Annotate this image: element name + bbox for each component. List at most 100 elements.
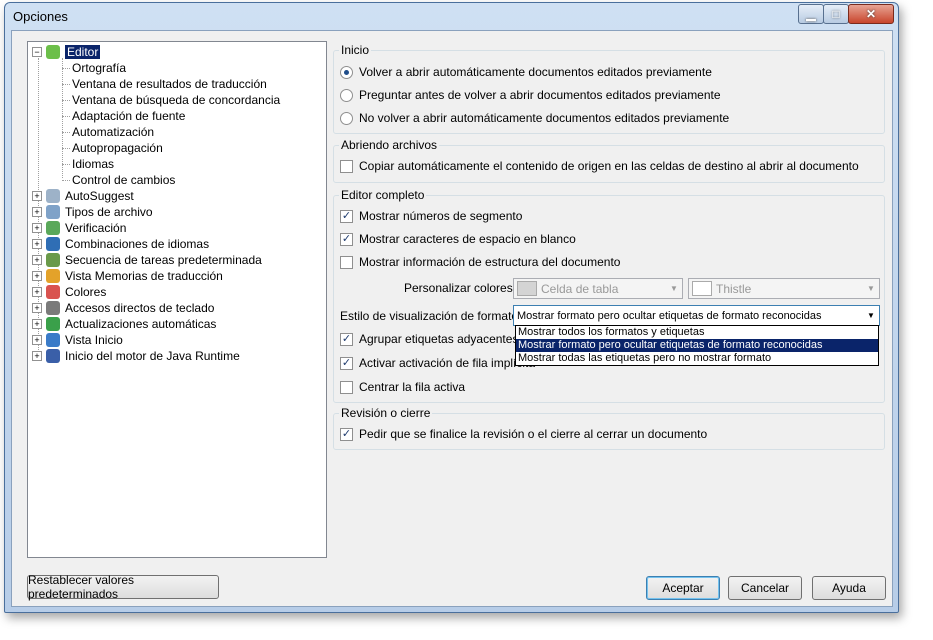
tree-item-top[interactable]: + AutoSuggest bbox=[32, 188, 134, 204]
tree-item-top[interactable]: + Vista Inicio bbox=[32, 332, 123, 348]
tree-line bbox=[62, 132, 70, 133]
ok-button[interactable]: Aceptar bbox=[646, 576, 720, 600]
tree-item-editor-child[interactable]: Automatización bbox=[72, 124, 154, 140]
tree-item-editor-child[interactable]: Adaptación de fuente bbox=[72, 108, 185, 124]
file-types-icon bbox=[46, 205, 60, 219]
tree-item-editor-child[interactable]: Control de cambios bbox=[72, 172, 175, 188]
expand-icon[interactable]: + bbox=[32, 351, 42, 361]
chevron-down-icon: ▼ bbox=[670, 284, 678, 293]
tree-item-top[interactable]: + Combinaciones de idiomas bbox=[32, 236, 209, 252]
title-bar[interactable]: Opciones ▁ □ ✕ bbox=[5, 3, 898, 29]
dropdown-option[interactable]: Mostrar todas las etiquetas pero no most… bbox=[516, 352, 878, 365]
dropdown-option[interactable]: Mostrar formato pero ocultar etiquetas d… bbox=[516, 339, 878, 352]
tree-item-top[interactable]: + Inicio del motor de Java Runtime bbox=[32, 348, 240, 364]
chevron-down-icon: ▼ bbox=[867, 284, 875, 293]
tree-item-top[interactable]: + Actualizaciones automáticas bbox=[32, 316, 216, 332]
chevron-down-icon: ▼ bbox=[867, 311, 875, 320]
checkbox-icon: ✓ bbox=[340, 332, 353, 346]
expand-icon[interactable]: + bbox=[32, 207, 42, 217]
reset-defaults-button[interactable]: Restablecer valores predeterminados bbox=[27, 573, 219, 601]
show-whitespace-checkbox[interactable]: ✓ Mostrar caracteres de espacio en blanc… bbox=[340, 232, 576, 246]
tree-item-label: Vista Inicio bbox=[65, 333, 123, 347]
tree-item-editor[interactable]: − Editor bbox=[32, 44, 101, 60]
expand-icon[interactable]: + bbox=[32, 303, 42, 313]
inicio-radio-option[interactable]: No volver a abrir automáticamente docume… bbox=[340, 111, 729, 125]
tree-item-editor-child[interactable]: Ventana de búsqueda de concordancia bbox=[72, 92, 280, 108]
tree-item-label: Ortografía bbox=[72, 61, 127, 75]
maximize-icon: □ bbox=[832, 7, 840, 21]
tree-item-label: Secuencia de tareas predeterminada bbox=[65, 253, 262, 267]
checkbox-label: Mostrar caracteres de espacio en blanco bbox=[359, 232, 576, 246]
tree-item-editor-child[interactable]: Autopropagación bbox=[72, 140, 163, 156]
minimize-button[interactable]: ▁ bbox=[798, 4, 824, 24]
tree-line bbox=[62, 148, 70, 149]
radio-label: Preguntar antes de volver a abrir docume… bbox=[359, 88, 721, 102]
window-title: Opciones bbox=[13, 9, 68, 24]
show-segment-numbers-checkbox[interactable]: ✓ Mostrar números de segmento bbox=[340, 209, 522, 223]
tree-item-label: Combinaciones de idiomas bbox=[65, 237, 210, 251]
tree-item-top[interactable]: + Verificación bbox=[32, 220, 126, 236]
group-title: Revisión o cierre bbox=[339, 406, 433, 420]
editor-completo-group: Editor completo bbox=[333, 188, 885, 403]
options-tree[interactable]: − Editor Ortografía Ventana de resultados… bbox=[27, 41, 327, 558]
tree-item-label: Ventana de resultados de traducción bbox=[72, 77, 267, 91]
colors-label: Personalizar colores: bbox=[404, 281, 517, 295]
checkbox-icon bbox=[340, 159, 353, 173]
center-row-checkbox[interactable]: Centrar la fila activa bbox=[340, 380, 465, 394]
autosuggest-icon bbox=[46, 189, 60, 203]
tree-line bbox=[62, 164, 70, 165]
copy-source-checkbox[interactable]: Copiar automáticamente el contenido de o… bbox=[340, 159, 859, 173]
checkbox-label: Pedir que se finalice la revisión o el c… bbox=[359, 427, 708, 441]
tree-item-top[interactable]: + Accesos directos de teclado bbox=[32, 300, 214, 316]
expand-icon[interactable]: + bbox=[32, 271, 42, 281]
color-swatch bbox=[692, 281, 712, 296]
collapse-icon[interactable]: − bbox=[32, 47, 42, 57]
minimize-icon: ▁ bbox=[806, 7, 816, 21]
tree-item-editor-child[interactable]: Ventana de resultados de traducción bbox=[72, 76, 267, 92]
expand-icon[interactable]: + bbox=[32, 287, 42, 297]
tree-item-label: Control de cambios bbox=[72, 173, 176, 187]
tree-item-editor-child[interactable]: Idiomas bbox=[72, 156, 114, 172]
tree-item-top[interactable]: + Colores bbox=[32, 284, 106, 300]
color2-combo[interactable]: Thistle ▼ bbox=[688, 278, 880, 299]
dropdown-option[interactable]: Mostrar todos los formatos y etiquetas bbox=[516, 326, 878, 339]
tree-item-label: AutoSuggest bbox=[65, 189, 134, 203]
radio-icon bbox=[340, 111, 353, 125]
format-style-dropdown[interactable]: Mostrar todos los formatos y etiquetas Mo… bbox=[515, 325, 879, 366]
tree-item-top[interactable]: + Vista Memorias de traducción bbox=[32, 268, 223, 284]
tree-line bbox=[62, 100, 70, 101]
format-style-combo[interactable]: Mostrar formato pero ocultar etiquetas d… bbox=[513, 305, 880, 326]
close-button[interactable]: ✕ bbox=[848, 4, 894, 24]
auto-updates-icon bbox=[46, 317, 60, 331]
maximize-button[interactable]: □ bbox=[823, 4, 849, 24]
color1-combo[interactable]: Celda de tabla ▼ bbox=[513, 278, 683, 299]
expand-icon[interactable]: + bbox=[32, 255, 42, 265]
help-button[interactable]: Ayuda bbox=[812, 576, 886, 600]
show-structure-checkbox[interactable]: Mostrar información de estructura del do… bbox=[340, 255, 620, 269]
finalize-review-checkbox[interactable]: ✓ Pedir que se finalice la revisión o el… bbox=[340, 427, 707, 441]
inicio-radio-option[interactable]: Volver a abrir automáticamente documento… bbox=[340, 65, 712, 79]
checkbox-label: Centrar la fila activa bbox=[359, 380, 466, 394]
expand-icon[interactable]: + bbox=[32, 239, 42, 249]
home-view-icon bbox=[46, 333, 60, 347]
tree-item-editor-child[interactable]: Ortografía bbox=[72, 60, 126, 76]
checkbox-icon: ✓ bbox=[340, 232, 353, 246]
checkbox-label: Activar activación de fila implícita bbox=[359, 356, 536, 370]
tree-line bbox=[62, 180, 70, 181]
expand-icon[interactable]: + bbox=[32, 223, 42, 233]
tree-item-label: Autopropagación bbox=[72, 141, 163, 155]
expand-icon[interactable]: + bbox=[32, 191, 42, 201]
tree-item-top[interactable]: + Secuencia de tareas predeterminada bbox=[32, 252, 262, 268]
cancel-button[interactable]: Cancelar bbox=[728, 576, 802, 600]
activate-row-checkbox[interactable]: ✓ Activar activación de fila implícita bbox=[340, 356, 535, 370]
inicio-radio-option[interactable]: Preguntar antes de volver a abrir docume… bbox=[340, 88, 721, 102]
tree-item-label: Verificación bbox=[65, 221, 127, 235]
group-tags-checkbox[interactable]: ✓ Agrupar etiquetas adyacentes en bbox=[340, 332, 535, 346]
color-swatch bbox=[517, 281, 537, 296]
tree-item-label: Inicio del motor de Java Runtime bbox=[65, 349, 240, 363]
tree-line bbox=[62, 116, 70, 117]
tree-item-top[interactable]: + Tipos de archivo bbox=[32, 204, 153, 220]
expand-icon[interactable]: + bbox=[32, 335, 42, 345]
language-pairs-icon bbox=[46, 237, 60, 251]
expand-icon[interactable]: + bbox=[32, 319, 42, 329]
